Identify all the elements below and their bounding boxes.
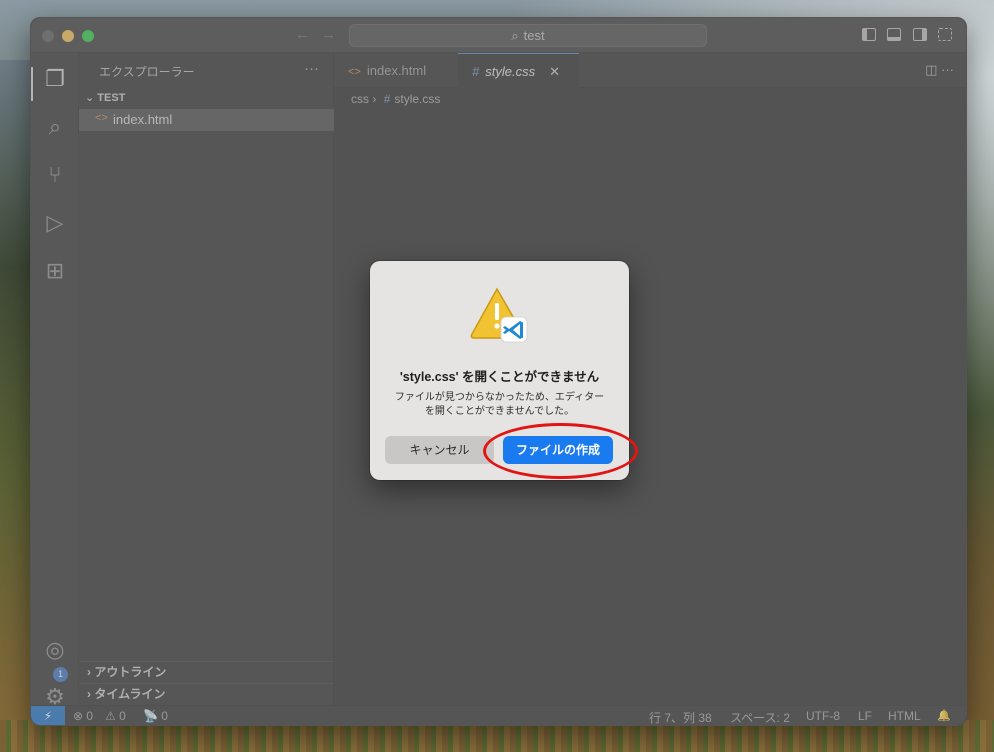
warning-vscode-icon — [470, 287, 528, 343]
dialog-message-line1: ファイルが見つからなかったため、エディター — [394, 392, 605, 403]
dialog-title: 'style.css' を開くことができません — [399, 370, 600, 384]
dialog-message: ファイルが見つからなかったため、エディター を開くことができませんでした。 — [386, 391, 613, 419]
dialog-message-line2: を開くことができませんでした。 — [424, 406, 575, 417]
cancel-button[interactable]: キャンセル — [385, 436, 494, 464]
highlight-annotation-circle — [483, 423, 638, 479]
